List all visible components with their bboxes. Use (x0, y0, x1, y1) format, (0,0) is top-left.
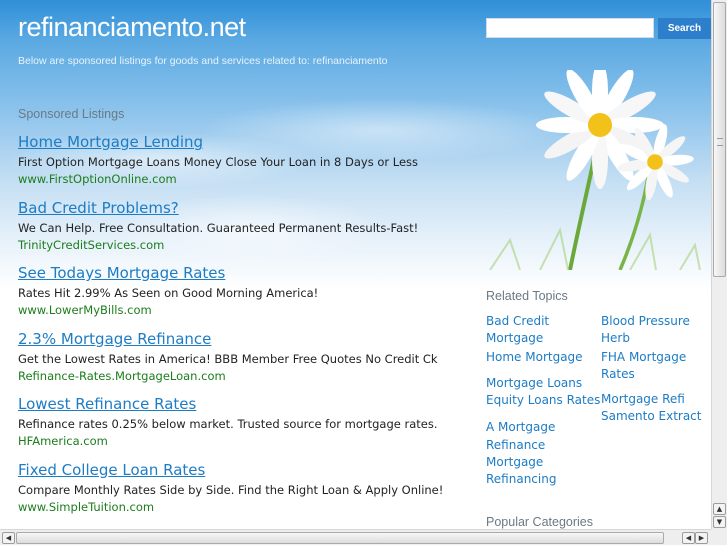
listing-url-link[interactable]: Refinance-Rates.MortgageLoan.com (18, 368, 458, 385)
related-topic-link[interactable]: Home Mortgage (486, 349, 611, 366)
horizontal-scroll-thumb[interactable] (16, 532, 664, 544)
related-topic-link[interactable]: Blood Pressure Herb (601, 313, 701, 348)
listing-url-link[interactable]: TrinityCreditServices.com (18, 237, 458, 254)
scroll-left-icon[interactable]: ◀ (2, 532, 15, 544)
horizontal-scrollbar[interactable]: ◀ ◀ ▶ (0, 529, 711, 545)
related-topic-link[interactable]: Bad Credit Mortgage (486, 313, 566, 348)
search-button[interactable]: Search (658, 18, 711, 39)
related-topic-link[interactable]: Mortgage Refi (601, 391, 711, 408)
popular-categories-heading: Popular Categories (486, 515, 594, 529)
site-title[interactable]: refinanciamento.net (18, 12, 246, 43)
related-topics-column-2: Blood Pressure Herb FHA Mortgage Rates M… (601, 313, 711, 426)
scroll-right-icon[interactable]: ▶ (695, 532, 708, 544)
related-topics-heading: Related Topics (486, 289, 568, 303)
related-topic-link[interactable]: Mortgage Loans (486, 375, 611, 392)
listing-item: Home Mortgage Lending First Option Mortg… (18, 132, 458, 198)
related-topic-link[interactable]: Samento Extract (601, 408, 711, 425)
grip-icon (717, 138, 723, 146)
search-input[interactable] (486, 18, 654, 38)
listing-url-link[interactable]: HFAmerica.com (18, 433, 458, 450)
listing-title-link[interactable]: 2.3% Mortgage Refinance (18, 329, 458, 349)
scroll-up-icon[interactable]: ▲ (713, 503, 726, 515)
listing-description: Compare Monthly Rates Side by Side. Find… (18, 482, 444, 497)
listing-item: See Todays Mortgage Rates Rates Hit 2.99… (18, 263, 458, 329)
related-topic-link[interactable]: A Mortgage Refinance (486, 419, 566, 454)
page-viewport: refinanciamento.net Below are sponsored … (0, 0, 711, 529)
listing-item: Lowest Refinance Rates Refinance rates 0… (18, 394, 458, 460)
listing-title-link[interactable]: See Todays Mortgage Rates (18, 263, 458, 283)
vertical-scrollbar[interactable]: ▲ ▼ (711, 0, 727, 529)
listing-title-link[interactable]: Home Mortgage Lending (18, 132, 458, 152)
related-topics-column-1: Bad Credit Mortgage Home Mortgage Mortga… (486, 313, 611, 489)
daisy-illustration (489, 70, 701, 270)
listing-item: Fixed College Loan Rates Compare Monthly… (18, 460, 458, 526)
related-topic-link[interactable]: Mortgage Refinancing (486, 454, 566, 489)
listing-description: First Option Mortgage Loans Money Close … (18, 155, 419, 169)
sponsored-listings: Home Mortgage Lending First Option Mortg… (18, 132, 458, 525)
listing-item: 2.3% Mortgage Refinance Get the Lowest R… (18, 329, 458, 395)
related-topic-link[interactable]: FHA Mortgage Rates (601, 349, 701, 384)
listing-description: Refinance rates 0.25% below market. Trus… (18, 417, 438, 431)
tagline: Below are sponsored listings for goods a… (18, 55, 388, 67)
scroll-down-icon[interactable]: ▼ (713, 516, 726, 528)
sponsored-listings-heading: Sponsored Listings (18, 107, 125, 121)
listing-description: We Can Help. Free Consultation. Guarante… (18, 220, 419, 235)
listing-item: Bad Credit Problems? We Can Help. Free C… (18, 198, 458, 264)
listing-description: Get the Lowest Rates in America! BBB Mem… (18, 351, 438, 366)
related-topic-link[interactable]: Equity Loans Rates (486, 392, 611, 409)
listing-title-link[interactable]: Bad Credit Problems? (18, 198, 458, 218)
listing-url-link[interactable]: www.FirstOptionOnline.com (18, 171, 458, 188)
listing-description: Rates Hit 2.99% As Seen on Good Morning … (18, 286, 319, 300)
listing-title-link[interactable]: Lowest Refinance Rates (18, 394, 458, 414)
vertical-scroll-thumb[interactable] (713, 2, 726, 277)
listing-url-link[interactable]: www.SimpleTuition.com (18, 499, 458, 516)
listing-title-link[interactable]: Fixed College Loan Rates (18, 460, 458, 480)
scroll-left-icon[interactable]: ◀ (682, 532, 695, 544)
listing-url-link[interactable]: www.LowerMyBills.com (18, 302, 458, 319)
scrollbar-corner (711, 529, 727, 545)
